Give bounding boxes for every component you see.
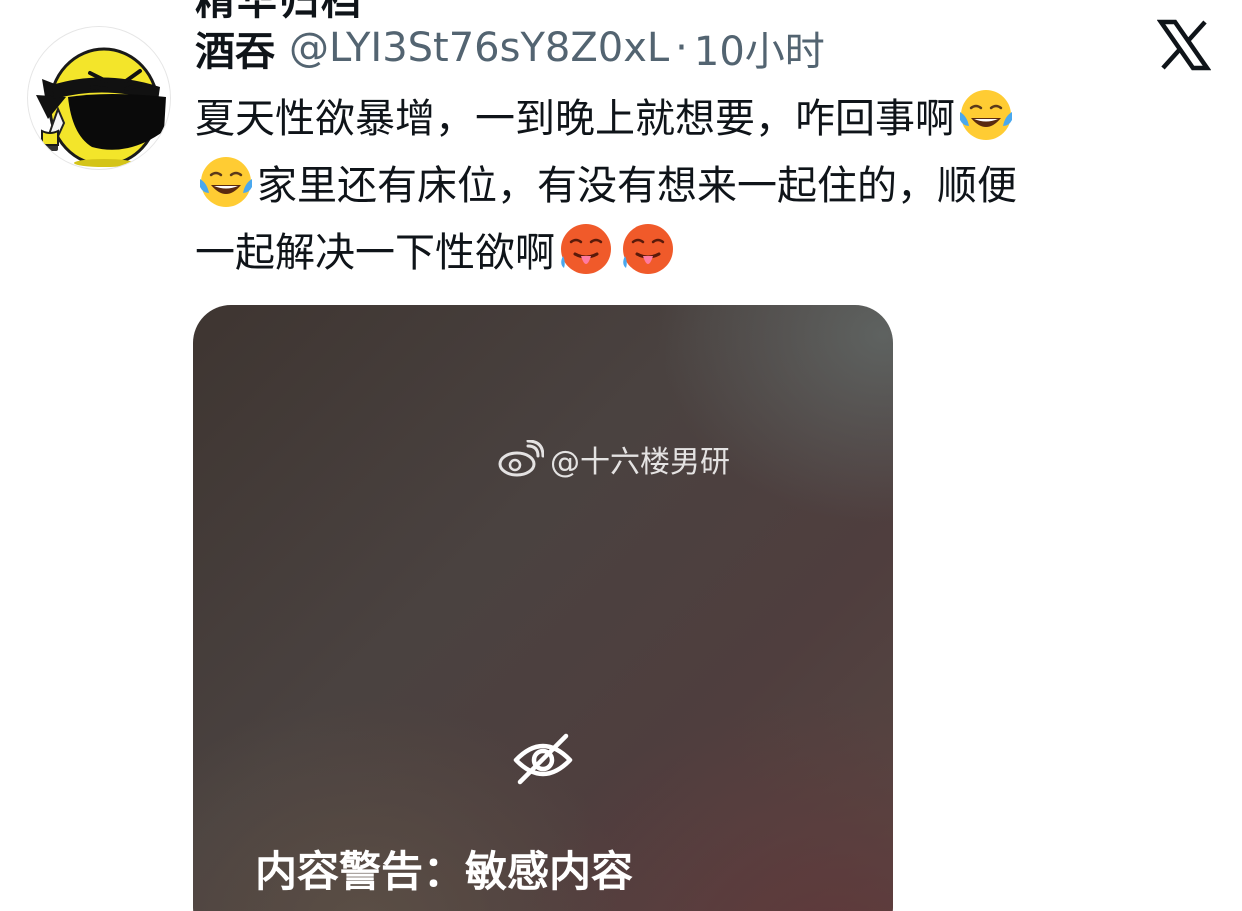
- tweet-screenshot: 精华归档 酒吞 @LYI3St76sY8Z0xL · 10小时 夏天性欲暴增，一…: [0, 0, 1242, 911]
- eye-slash-icon: [513, 733, 573, 785]
- tweet-line-1-text: 夏天性欲暴增，一到晚上就想要，咋回事啊: [195, 96, 955, 142]
- weibo-icon: [498, 440, 544, 477]
- separator-dot: ·: [675, 25, 688, 71]
- watermark-text: @十六楼男研: [550, 445, 730, 480]
- weibo-watermark: @十六楼男研: [498, 437, 730, 481]
- content-warning-label: 内容警告：敏感内容: [255, 847, 634, 896]
- tweet-line-1: 夏天性欲暴增，一到晚上就想要，咋回事啊: [195, 86, 1195, 153]
- display-name[interactable]: 酒吞: [195, 19, 275, 77]
- tweet-line-3: 一起解决一下性欲啊: [195, 220, 1195, 287]
- hot-face-emoji-icon: [623, 224, 673, 274]
- x-logo-icon: [1157, 19, 1211, 71]
- avatar[interactable]: [27, 26, 171, 170]
- tweet-header: 酒吞 @LYI3St76sY8Z0xL · 10小时: [195, 18, 825, 78]
- avatar-ninja-chick-icon: [36, 47, 166, 167]
- tears-of-joy-emoji-icon: [960, 90, 1012, 140]
- tweet-line-3-text: 一起解决一下性欲啊: [195, 230, 555, 276]
- tweet-line-2-text: 家里还有床位，有没有想来一起住的，顺便: [257, 163, 1017, 209]
- media-sensitive-overlay[interactable]: @十六楼男研 内容警告：敏感内容: [193, 305, 893, 911]
- tweet-text: 夏天性欲暴增，一到晚上就想要，咋回事啊 家里还有床位，有没有想来一起住的，顺便: [195, 86, 1195, 287]
- tweet-line-2: 家里还有床位，有没有想来一起住的，顺便: [195, 153, 1195, 220]
- tears-of-joy-emoji-icon: [200, 157, 252, 207]
- timestamp[interactable]: 10小时: [694, 19, 825, 77]
- user-handle[interactable]: @LYI3St76sY8Z0xL: [289, 25, 669, 71]
- hot-face-emoji-icon: [561, 224, 611, 274]
